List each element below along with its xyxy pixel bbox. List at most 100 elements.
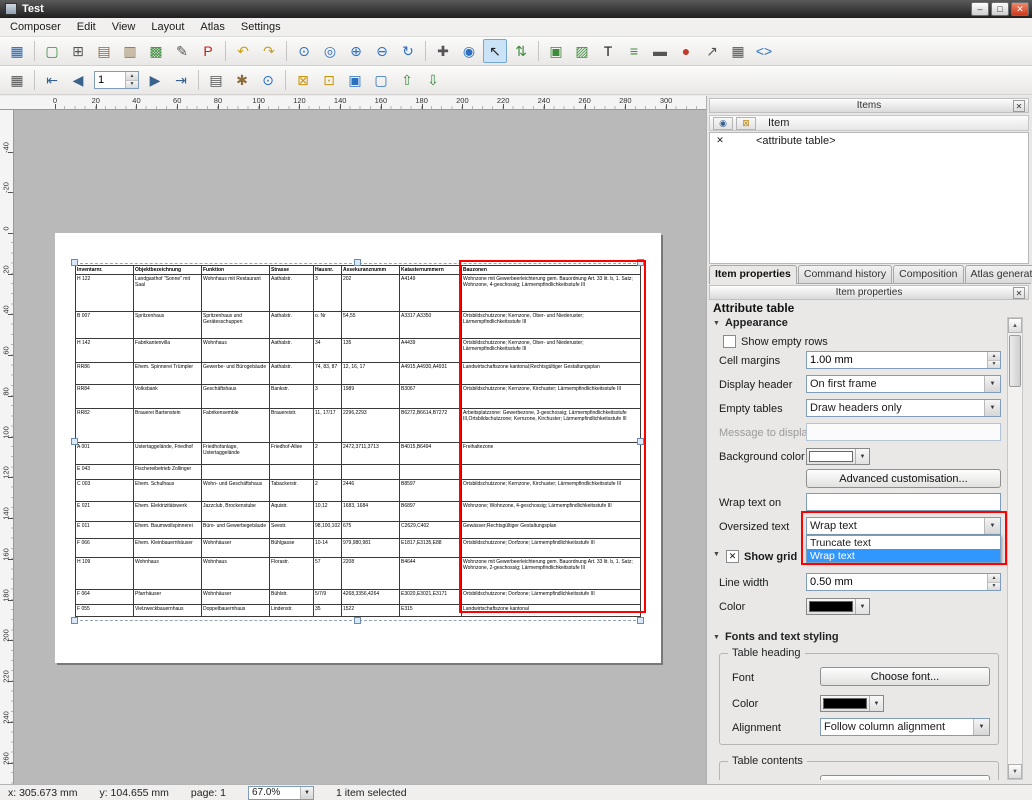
tab-atlas-generation[interactable]: Atlas generation [965,265,1032,283]
empty-tables-combo[interactable]: Draw headers only ▼ [806,399,1001,417]
chevron-down-icon[interactable]: ▼ [855,449,869,464]
heading-choose-font-button[interactable]: Choose font... [820,667,990,686]
lock-selected-items-button[interactable]: ⊠ [291,68,315,92]
menu-layout[interactable]: Layout [143,19,192,36]
new-composition-button[interactable]: ▢ [40,39,64,63]
oversized-text-combo[interactable]: Wrap text ▼ [806,517,1001,535]
menu-composer[interactable]: Composer [2,19,69,36]
unlock-all-items-button[interactable]: ⊡ [317,68,341,92]
tab-composition[interactable]: Composition [893,265,963,283]
chevron-down-icon[interactable]: ▼ [855,599,869,614]
undo-button[interactable]: ↶ [231,39,255,63]
fonts-section-header[interactable]: ▼ Fonts and text styling [713,631,839,643]
menu-atlas[interactable]: Atlas [192,19,232,36]
menu-edit[interactable]: Edit [69,19,104,36]
composer-canvas[interactable]: Inventarnr.ObjektbezeichnungFunktionStra… [14,110,706,784]
atlas-page-input[interactable] [95,72,125,88]
first-feature-button[interactable]: ⇤ [40,68,64,92]
chevron-down-icon[interactable]: ▼ [973,719,989,735]
raise-selected-items-button[interactable]: ⇧ [395,68,419,92]
tab-command-history[interactable]: Command history [798,265,892,283]
item-lock-column-icon[interactable]: ⊠ [736,117,756,130]
zoom-out-button[interactable]: ⊖ [370,39,394,63]
wrap-text-on-input[interactable] [807,494,1000,510]
add-attribute-table-button[interactable]: ▦ [726,39,750,63]
scrollbar-thumb[interactable] [1009,335,1021,387]
zoom-in-button[interactable]: ⊕ [344,39,368,63]
option-truncate-text[interactable]: Truncate text [807,536,1000,549]
selection-handle[interactable] [637,617,644,624]
print-atlas-button[interactable]: ▤ [204,68,228,92]
grid-color-button[interactable]: ▼ [806,598,870,615]
load-from-template-button[interactable]: ▥ [118,39,142,63]
add-new-map-button[interactable]: ▣ [544,39,568,63]
spin-up-icon[interactable]: ▲ [988,574,1000,582]
add-legend-button[interactable]: ≡ [622,39,646,63]
heading-alignment-combo[interactable]: Follow column alignment ▼ [820,718,990,736]
last-feature-button[interactable]: ⇥ [169,68,193,92]
group-items-button[interactable]: ▣ [343,68,367,92]
select-move-item-button[interactable]: ↖ [483,39,507,63]
save-as-template-button[interactable]: ▤ [92,39,116,63]
export-as-image-button[interactable]: ▩ [144,39,168,63]
chevron-down-icon[interactable]: ▼ [300,787,313,799]
background-color-button[interactable]: ▼ [806,448,870,465]
chevron-down-icon[interactable]: ▼ [984,376,1000,392]
atlas-page-spinbox[interactable]: ▲▼ [94,71,139,89]
ungroup-items-button[interactable]: ▢ [369,68,393,92]
display-header-combo[interactable]: On first frame ▼ [806,375,1001,393]
spin-down-icon[interactable]: ▼ [988,360,1000,369]
spin-up-icon[interactable]: ▲ [988,352,1000,360]
contents-choose-font-button[interactable]: Choose font... [820,775,990,780]
cell-margins-input[interactable] [807,352,987,368]
zoom-to-100-button[interactable]: ◎ [318,39,342,63]
atlas-preview-button[interactable]: ▦ [5,68,29,92]
spin-up-icon[interactable]: ▲ [126,72,138,80]
line-width-input[interactable] [807,574,987,590]
zoom-full-extent-button[interactable]: ⊙ [256,68,280,92]
advanced-customisation-button[interactable]: Advanced customisation... [806,469,1001,488]
export-as-svg-button[interactable]: ✎ [170,39,194,63]
chevron-down-icon[interactable]: ▼ [869,696,883,711]
selection-handle[interactable] [637,438,644,445]
items-list-row[interactable]: ✕<attribute table> [710,133,1028,148]
pan-composer-button[interactable]: ✚ [431,39,455,63]
save-project-button[interactable]: ▦ [5,39,29,63]
export-as-pdf-button[interactable]: P [196,39,220,63]
chevron-down-icon[interactable]: ▼ [984,518,1000,534]
show-grid-section-header[interactable]: ▼ [713,551,720,558]
add-arrow-button[interactable]: ↗ [700,39,724,63]
item-properties-close-button[interactable]: ✕ [1013,287,1025,299]
next-feature-button[interactable]: ▶ [143,68,167,92]
export-atlas-button[interactable]: ✱ [230,68,254,92]
item-visibility-icon[interactable]: ✕ [710,135,730,146]
add-scalebar-button[interactable]: ▬ [648,39,672,63]
scroll-up-icon[interactable]: ▲ [1008,318,1022,333]
menu-settings[interactable]: Settings [233,19,289,36]
heading-color-button[interactable]: ▼ [820,695,884,712]
maximize-button[interactable]: □ [991,2,1009,16]
wrap-text-on-field[interactable] [806,493,1001,511]
redo-button[interactable]: ↷ [257,39,281,63]
selection-handle[interactable] [71,259,78,266]
zoom-level-combo[interactable]: 67.0% ▼ [248,786,314,800]
selection-handle[interactable] [637,259,644,266]
lower-selected-items-button[interactable]: ⇩ [421,68,445,92]
selection-handle[interactable] [71,438,78,445]
show-empty-rows-checkbox[interactable] [723,335,736,348]
show-grid-checkbox[interactable]: ✕ [726,550,739,563]
selection-handle[interactable] [71,617,78,624]
add-basic-shape-button[interactable]: ● [674,39,698,63]
add-html-frame-button[interactable]: <> [752,39,776,63]
option-wrap-text[interactable]: Wrap text [807,549,1000,562]
menu-view[interactable]: View [104,19,144,36]
scroll-down-icon[interactable]: ▼ [1008,764,1022,779]
zoom-full-button[interactable]: ⊙ [292,39,316,63]
tab-item-properties[interactable]: Item properties [709,265,797,284]
selection-handle[interactable] [354,617,361,624]
cell-margins-spinbox[interactable]: ▲ ▼ [806,351,1001,369]
add-image-button[interactable]: ▨ [570,39,594,63]
items-panel-close-button[interactable]: ✕ [1013,100,1025,112]
zoom-region-button[interactable]: ◉ [457,39,481,63]
chevron-down-icon[interactable]: ▼ [984,400,1000,416]
